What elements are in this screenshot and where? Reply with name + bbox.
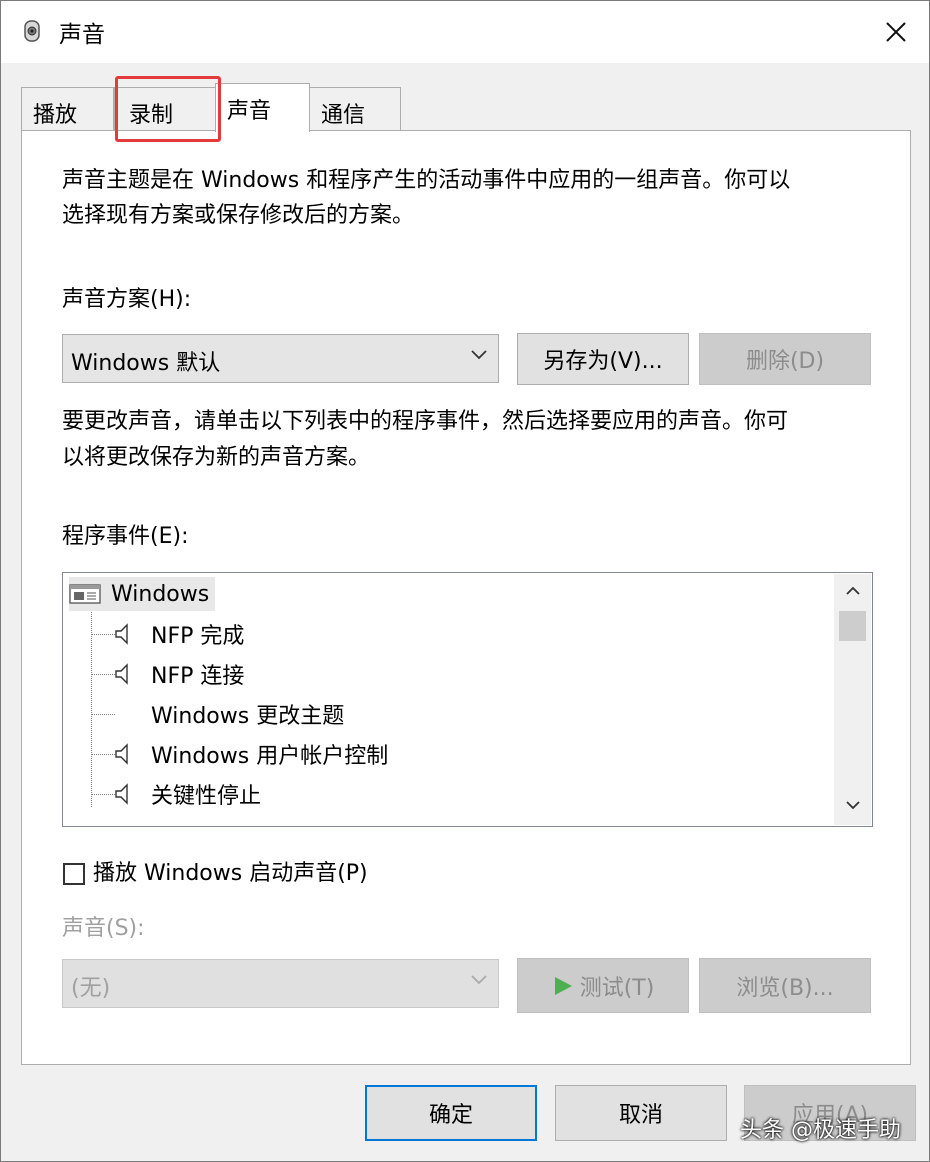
window-icon <box>69 584 101 604</box>
tab-sounds[interactable]: 声音 <box>215 83 310 132</box>
delete-label: 删除(D) <box>745 349 825 374</box>
chevron-down-icon[interactable] <box>845 800 861 810</box>
tab-label: 声音 <box>227 99 272 124</box>
sound-value: (无) <box>71 976 111 1001</box>
startup-sound-label[interactable]: 播放 Windows 启动声音(P) <box>93 857 368 891</box>
tree-branch <box>91 634 115 635</box>
cancel-button[interactable]: 取消 <box>555 1085 727 1141</box>
events-label: 程序事件(E): <box>62 524 189 549</box>
event-label: Windows 更改主题 <box>151 704 345 729</box>
events-scrollbar[interactable] <box>834 574 871 825</box>
event-label: 关键性停止 <box>151 784 262 809</box>
description-line-1: 声音主题是在 Windows 和程序产生的活动事件中应用的一组声音。你可以 <box>62 168 791 193</box>
scheme-value: Windows 默认 <box>71 351 221 376</box>
tree-group-windows[interactable]: Windows <box>69 577 216 611</box>
test-label: 测试(T) <box>579 975 655 1001</box>
event-item[interactable]: NFP 连接 <box>115 657 244 691</box>
event-item[interactable]: 关键性停止 <box>115 777 261 811</box>
tab-communications[interactable]: 通信 <box>309 87 401 133</box>
cancel-label: 取消 <box>618 1103 663 1128</box>
sound-dialog: 声音 播放 录制 声音 通信 声音主题是在 Windows 和程序产生的活动事件… <box>0 0 930 1162</box>
program-events-list[interactable]: Windows NFP 完成 NFP 连接 Windows 更改主题 Windo… <box>62 572 873 827</box>
save-as-label: 另存为(V)... <box>543 349 663 374</box>
change-hint-line-2: 以将更改保存为新的声音方案。 <box>62 445 371 470</box>
event-label: NFP 完成 <box>151 624 245 649</box>
speaker-icon <box>21 18 45 44</box>
change-hint-line-1: 要更改声音，请单击以下列表中的程序事件，然后选择要应用的声音。你可 <box>62 409 789 434</box>
chevron-down-icon <box>471 975 487 985</box>
ok-label: 确定 <box>428 1103 473 1128</box>
tree-branch <box>91 754 115 755</box>
play-icon <box>554 976 572 995</box>
speaker-small-icon <box>115 623 128 645</box>
tree-branch <box>91 674 115 675</box>
ok-button[interactable]: 确定 <box>365 1085 537 1141</box>
tree-branch <box>91 794 115 795</box>
title-bar: 声音 <box>1 1 929 63</box>
scheme-dropdown[interactable]: Windows 默认 <box>62 334 499 383</box>
event-label: NFP 连接 <box>151 664 245 689</box>
event-label: Windows 用户帐户控制 <box>151 744 389 769</box>
event-item[interactable]: Windows 更改主题 <box>151 697 344 731</box>
tab-playback[interactable]: 播放 <box>21 87 114 133</box>
delete-button[interactable]: 删除(D) <box>699 333 871 385</box>
close-icon <box>886 22 906 42</box>
save-as-button[interactable]: 另存为(V)... <box>517 333 689 385</box>
tree-connector <box>91 607 92 807</box>
watermark-text: 头条 @极速手助 <box>740 1118 901 1143</box>
event-item[interactable]: NFP 完成 <box>115 617 244 651</box>
test-button[interactable]: 测试(T) <box>517 958 689 1013</box>
event-label: Windows <box>111 581 210 607</box>
tab-label: 播放 <box>33 103 78 128</box>
sound-label: 声音(S): <box>62 916 145 941</box>
speaker-small-icon <box>115 743 128 765</box>
close-button[interactable] <box>871 11 921 53</box>
chevron-up-icon[interactable] <box>845 586 861 596</box>
tree-branch <box>91 714 115 715</box>
tab-highlight-box <box>115 76 221 142</box>
sound-dropdown[interactable]: (无) <box>62 959 499 1008</box>
event-item[interactable]: Windows 用户帐户控制 <box>115 737 388 771</box>
scrollbar-thumb[interactable] <box>839 611 866 641</box>
window-title: 声音 <box>59 22 105 48</box>
speaker-small-icon <box>115 663 128 685</box>
browse-label: 浏览(B)... <box>736 975 834 1001</box>
startup-sound-checkbox[interactable] <box>63 863 85 885</box>
chevron-down-icon <box>471 350 487 360</box>
browse-button[interactable]: 浏览(B)... <box>699 958 871 1013</box>
scheme-label: 声音方案(H): <box>62 287 192 312</box>
speaker-small-icon <box>115 783 128 805</box>
tab-label: 通信 <box>321 103 366 128</box>
description-line-2: 选择现有方案或保存修改后的方案。 <box>62 203 415 228</box>
